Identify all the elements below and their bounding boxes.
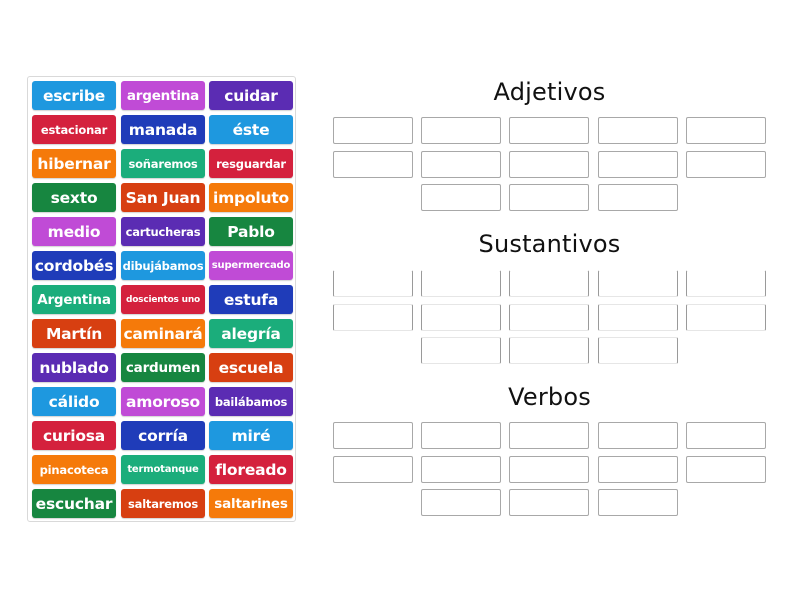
drop-slot-adjetivos[interactable] [598,151,678,178]
word-tile[interactable]: pinacoteca [32,455,116,484]
drop-slot-verbos[interactable] [598,489,678,516]
word-tile[interactable]: éste [209,115,293,144]
word-tile[interactable]: nublado [32,353,116,382]
drop-slot-adjetivos[interactable] [421,184,501,211]
group-heading-sustantivos: Sustantivos [478,230,621,258]
drop-slot-adjetivos[interactable] [421,151,501,178]
drop-slot-verbos[interactable] [598,422,678,449]
word-tile[interactable]: Martín [32,319,116,348]
drop-slot-sustantivos[interactable] [598,337,678,364]
word-tile[interactable]: manada [121,115,205,144]
word-tile[interactable]: escuela [209,353,293,382]
word-tile[interactable]: dibujábamos [121,251,205,280]
drop-slot-adjetivos[interactable] [509,117,589,144]
word-tile[interactable]: caminará [121,319,205,348]
word-tile[interactable]: argentina [121,81,205,110]
word-tile[interactable]: saltarines [209,489,293,518]
word-tile[interactable]: cardumen [121,353,205,382]
word-tile[interactable]: Pablo [209,217,293,246]
word-tile[interactable]: alegría [209,319,293,348]
group-heading-adjetivos: Adjetivos [493,78,606,106]
word-tile[interactable]: curiosa [32,421,116,450]
word-tile[interactable]: corría [121,421,205,450]
drop-slot-verbos[interactable] [509,489,589,516]
drop-slot-sustantivos[interactable] [421,304,501,331]
word-tile[interactable]: hibernar [32,149,116,178]
drop-slot-verbos[interactable] [686,456,766,483]
drop-slot-sustantivos[interactable] [421,270,501,297]
drop-slot-adjetivos[interactable] [598,184,678,211]
drop-slot-verbos[interactable] [421,422,501,449]
word-tile[interactable]: soñaremos [121,149,205,178]
drop-slot-verbos[interactable] [509,456,589,483]
word-tile[interactable]: impoluto [209,183,293,212]
drop-slot-sustantivos[interactable] [421,337,501,364]
drop-slot-verbos[interactable] [421,489,501,516]
word-tile[interactable]: escuchar [32,489,116,518]
drop-slot-verbos[interactable] [333,456,413,483]
drop-slot-adjetivos[interactable] [598,117,678,144]
drop-slot-adjetivos[interactable] [421,117,501,144]
word-tile[interactable]: supermercado [209,251,293,280]
drop-slot-sustantivos[interactable] [686,270,766,297]
drop-slot-sustantivos[interactable] [509,270,589,297]
drop-slot-sustantivos[interactable] [598,304,678,331]
word-tile[interactable]: doscientos uno [121,285,205,314]
word-tile[interactable]: cálido [32,387,116,416]
word-tile[interactable]: resguardar [209,149,293,178]
group-heading-verbos: Verbos [508,383,591,411]
drop-slot-sustantivos[interactable] [686,304,766,331]
word-tile[interactable]: estufa [209,285,293,314]
drop-slot-adjetivos[interactable] [333,117,413,144]
word-tile[interactable]: floreado [209,455,293,484]
word-tile[interactable]: cuidar [209,81,293,110]
drop-slot-verbos[interactable] [686,422,766,449]
drop-slot-adjetivos[interactable] [509,184,589,211]
word-tile[interactable]: San Juan [121,183,205,212]
drop-slot-sustantivos[interactable] [509,337,589,364]
word-tile[interactable]: sexto [32,183,116,212]
drop-slot-sustantivos[interactable] [509,304,589,331]
word-tile[interactable]: Argentina [32,285,116,314]
word-tile[interactable]: medio [32,217,116,246]
word-tile[interactable]: miré [209,421,293,450]
word-tile[interactable]: amoroso [121,387,205,416]
word-tile[interactable]: termotanque [121,455,205,484]
drop-slot-sustantivos[interactable] [333,304,413,331]
word-tile[interactable]: saltaremos [121,489,205,518]
drop-slot-verbos[interactable] [333,422,413,449]
word-tile[interactable]: cartucheras [121,217,205,246]
drop-slot-sustantivos[interactable] [333,270,413,297]
word-tile[interactable]: cordobés [32,251,116,280]
word-tile[interactable]: bailábamos [209,387,293,416]
word-tile[interactable]: escribe [32,81,116,110]
drop-slot-verbos[interactable] [509,422,589,449]
drop-slot-verbos[interactable] [421,456,501,483]
drop-slot-verbos[interactable] [598,456,678,483]
drop-slot-adjetivos[interactable] [509,151,589,178]
drop-slot-sustantivos[interactable] [598,270,678,297]
drop-slot-adjetivos[interactable] [686,117,766,144]
drop-slot-adjetivos[interactable] [686,151,766,178]
drop-slot-adjetivos[interactable] [333,151,413,178]
word-tile[interactable]: estacionar [32,115,116,144]
